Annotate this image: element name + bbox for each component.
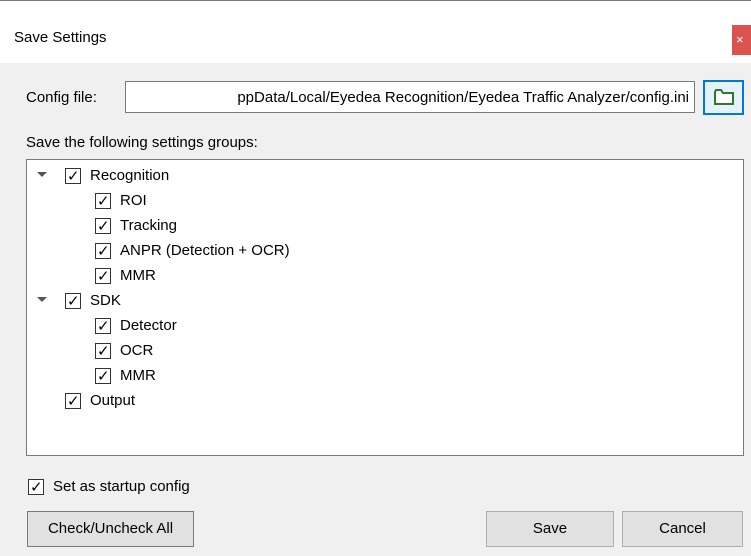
checkbox[interactable] — [95, 366, 111, 386]
tree-item-output[interactable]: Output — [65, 388, 135, 413]
config-file-value: ppData/Local/Eyedea Recognition/Eyedea T… — [237, 89, 689, 106]
settings-groups-tree: Recognition ROI Tracking ANPR (Detection… — [26, 159, 744, 456]
close-button[interactable]: × — [732, 25, 751, 55]
checkbox[interactable] — [65, 291, 81, 311]
tree-item-label: SDK — [90, 292, 121, 309]
checkbox[interactable] — [95, 316, 111, 336]
checkbox[interactable] — [65, 166, 81, 186]
folder-icon — [714, 89, 734, 105]
checkbox[interactable] — [65, 391, 81, 411]
tree-item-label: MMR — [120, 367, 156, 384]
tree-item-recognition[interactable]: Recognition — [65, 163, 169, 188]
tree-item-label: ANPR (Detection + OCR) — [120, 242, 290, 259]
expand-arrow-icon[interactable] — [37, 172, 47, 177]
startup-config-checkbox[interactable]: Set as startup config — [28, 477, 190, 497]
check-uncheck-all-button[interactable]: Check/Uncheck All — [27, 511, 194, 547]
config-file-input[interactable]: ppData/Local/Eyedea Recognition/Eyedea T… — [125, 81, 695, 113]
checkbox[interactable] — [28, 477, 44, 497]
tree-item-tracking[interactable]: Tracking — [95, 213, 177, 238]
tree-item-label: ROI — [120, 192, 147, 209]
startup-config-label: Set as startup config — [53, 478, 190, 495]
tree-item-sdk[interactable]: SDK — [65, 288, 121, 313]
tree-item-label: MMR — [120, 267, 156, 284]
tree-item-label: OCR — [120, 342, 154, 359]
tree-item-mmr[interactable]: MMR — [95, 263, 156, 288]
groups-label: Save the following settings groups: — [26, 134, 258, 151]
expand-arrow-icon[interactable] — [37, 297, 47, 302]
dialog-title: Save Settings — [14, 29, 107, 46]
save-button[interactable]: Save — [486, 511, 614, 547]
close-icon: × — [736, 32, 744, 47]
tree-item-label: Recognition — [90, 167, 170, 184]
tree-item-label: Tracking — [120, 217, 177, 234]
tree-item-label: Detector — [120, 317, 177, 334]
tree-item-anpr[interactable]: ANPR (Detection + OCR) — [95, 238, 290, 263]
tree-item-label: Output — [90, 392, 136, 409]
checkbox[interactable] — [95, 241, 111, 261]
tree-item-ocr[interactable]: OCR — [95, 338, 153, 363]
save-settings-dialog: Save Settings × Config file: ppData/Loca… — [0, 0, 751, 556]
config-file-label: Config file: — [26, 89, 97, 106]
checkbox[interactable] — [95, 266, 111, 286]
checkbox[interactable] — [95, 341, 111, 361]
cancel-button[interactable]: Cancel — [622, 511, 743, 547]
tree-item-sdk-mmr[interactable]: MMR — [95, 363, 156, 388]
checkbox[interactable] — [95, 191, 111, 211]
tree-item-roi[interactable]: ROI — [95, 188, 147, 213]
checkbox[interactable] — [95, 216, 111, 236]
title-bar: Save Settings × — [0, 1, 751, 63]
tree-item-detector[interactable]: Detector — [95, 313, 177, 338]
browse-button[interactable] — [703, 80, 744, 115]
